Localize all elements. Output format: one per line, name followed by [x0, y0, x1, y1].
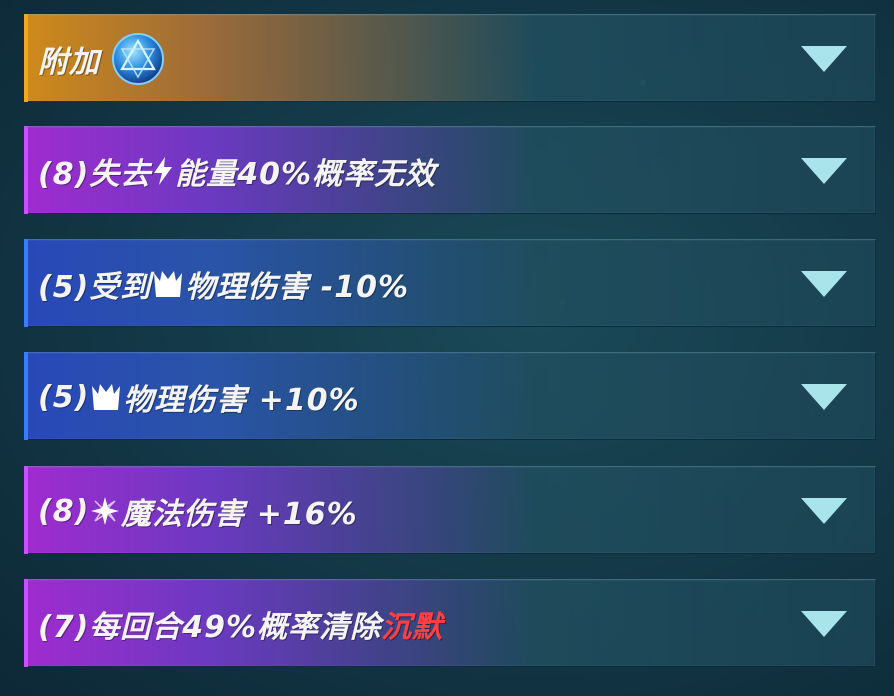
expand-toggle[interactable]: [799, 494, 849, 528]
row-text-prefix: (7)每回合49%概率清除: [38, 610, 382, 645]
physical-damage-icon: [152, 269, 184, 299]
row-label: (8)失去 能量40%概率无效: [38, 127, 436, 215]
expand-toggle[interactable]: [799, 607, 849, 641]
buff-row-additional[interactable]: 附加: [24, 14, 876, 102]
row-text-prefix: (8)失去: [38, 157, 152, 192]
row-text-suffix: 能量40%概率无效: [175, 157, 437, 192]
row-text: 附加: [38, 45, 100, 80]
row-text-suffix: 物理伤害 -10%: [185, 270, 409, 305]
triangle-down-icon: [801, 46, 847, 72]
expand-toggle[interactable]: [799, 154, 849, 188]
row-text-suffix: 魔法伤害 +16%: [121, 497, 358, 532]
triangle-down-icon: [801, 384, 847, 410]
triangle-down-icon: [801, 271, 847, 297]
row-label: (5)受到 物理伤害 -10%: [38, 240, 409, 328]
buff-row-energy-loss-immunity[interactable]: (8)失去 能量40%概率无效: [24, 126, 876, 214]
blue-crystal-icon: [110, 31, 166, 87]
row-label: (8) 魔法伤害 +16%: [38, 467, 358, 555]
buff-row-silence-cleanse[interactable]: (7)每回合49%概率清除 沉默: [24, 579, 876, 667]
row-text-prefix: (8): [38, 493, 90, 529]
triangle-down-icon: [801, 498, 847, 524]
buff-row-magic-damage[interactable]: (8) 魔法伤害 +16%: [24, 466, 876, 554]
triangle-down-icon: [801, 158, 847, 184]
buff-row-physical-damage-dealt[interactable]: (5) 物理伤害 +10%: [24, 352, 876, 440]
row-label: (7)每回合49%概率清除 沉默: [38, 580, 443, 668]
lightning-icon: [152, 156, 174, 186]
row-label: (5) 物理伤害 +10%: [38, 353, 360, 441]
buff-row-physical-damage-taken[interactable]: (5)受到 物理伤害 -10%: [24, 239, 876, 327]
expand-toggle[interactable]: [799, 267, 849, 301]
silence-keyword: 沉默: [381, 610, 444, 645]
row-label: 附加: [38, 15, 167, 103]
row-text-suffix: 物理伤害 +10%: [123, 383, 360, 418]
row-text-prefix: (5)受到: [38, 270, 152, 305]
physical-damage-icon: [90, 382, 122, 412]
expand-toggle[interactable]: [799, 42, 849, 76]
triangle-down-icon: [801, 611, 847, 637]
magic-damage-icon: [90, 496, 120, 526]
expand-toggle[interactable]: [799, 380, 849, 414]
row-text-prefix: (5): [38, 379, 90, 415]
